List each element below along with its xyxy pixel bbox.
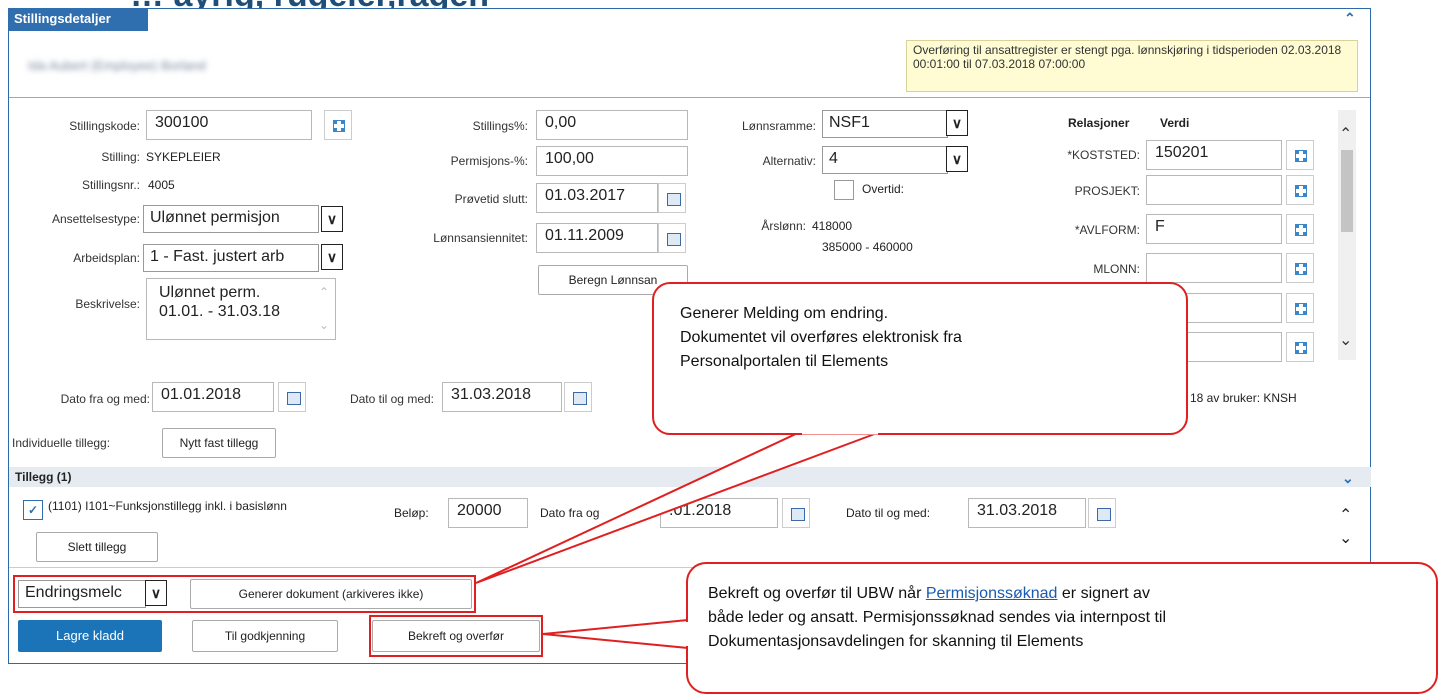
- callout-pointer-mask: [685, 622, 689, 646]
